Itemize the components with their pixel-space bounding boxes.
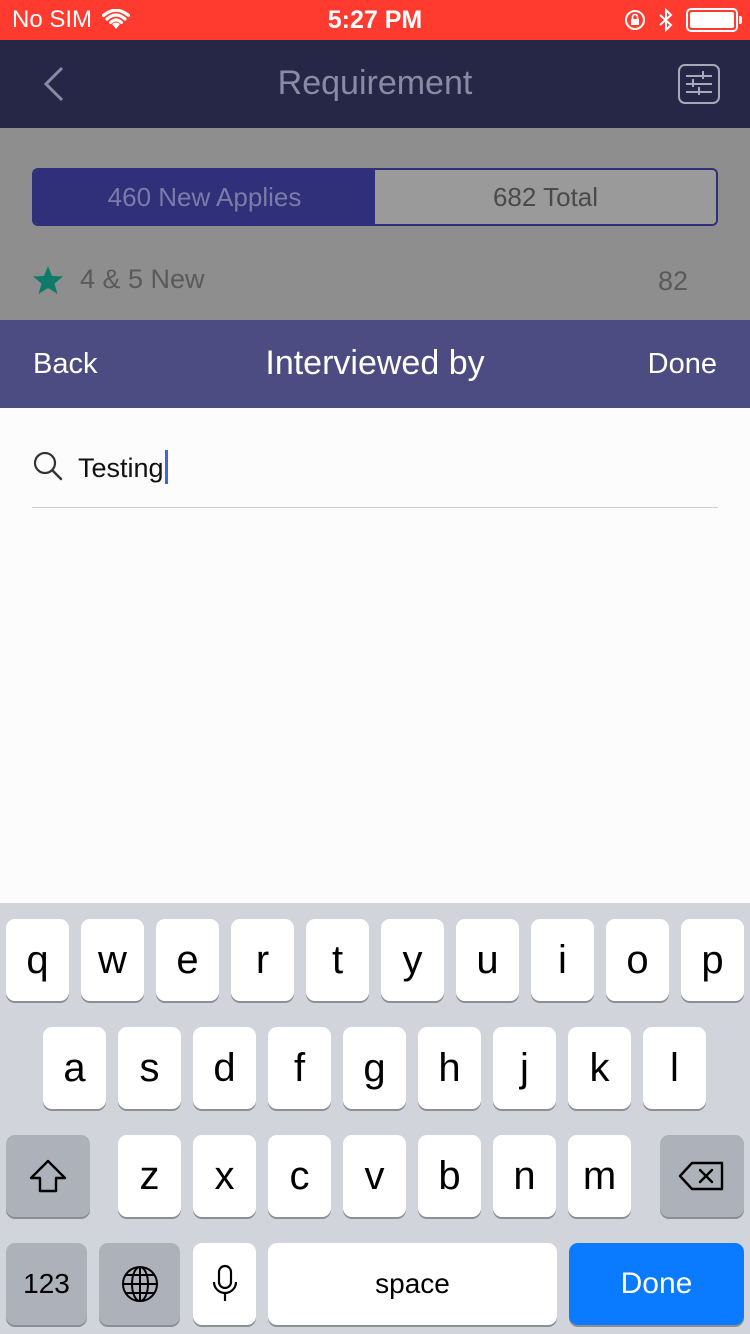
shift-arrow-icon [29,1159,67,1193]
microphone-icon [212,1264,237,1301]
keyboard-done-key[interactable]: Done [569,1243,744,1325]
status-right [624,8,742,32]
key-v[interactable]: v [343,1135,406,1217]
segment-total[interactable]: 682 Total [375,170,716,224]
key-d[interactable]: d [193,1027,256,1109]
modal-body [0,408,750,903]
key-f[interactable]: f [268,1027,331,1109]
key-u[interactable]: u [456,919,519,1001]
segment-new-applies[interactable]: 460 New Applies [34,170,375,224]
background-content: 460 New Applies 682 Total 4 & 5 New 82 [0,128,750,320]
segmented-control: 460 New Applies 682 Total [32,168,718,226]
filter-icon[interactable] [678,64,720,104]
key-x[interactable]: x [193,1135,256,1217]
orientation-lock-icon [625,10,645,30]
keyboard: q w e r t y u i o p a s d f g h j k l z … [0,903,750,1334]
key-b[interactable]: b [418,1135,481,1217]
key-w[interactable]: w [81,919,144,1001]
key-e[interactable]: e [156,919,219,1001]
search-input[interactable] [78,448,678,488]
space-key[interactable]: space [268,1243,557,1325]
key-c[interactable]: c [268,1135,331,1217]
shift-key[interactable] [6,1135,90,1217]
key-q[interactable]: q [6,919,69,1001]
key-p[interactable]: p [681,919,744,1001]
key-m[interactable]: m [568,1135,631,1217]
nav-bar: Requirement [0,40,750,128]
key-r[interactable]: r [231,919,294,1001]
battery-icon [686,8,742,32]
key-a[interactable]: a [43,1027,106,1109]
numbers-key[interactable]: 123 [6,1243,87,1325]
key-k[interactable]: k [568,1027,631,1109]
rating-count: 82 [657,266,688,296]
key-i[interactable]: i [531,919,594,1001]
rating-filter-row[interactable]: 4 & 5 New 82 [32,260,692,300]
key-h[interactable]: h [418,1027,481,1109]
delete-key[interactable] [660,1135,744,1217]
rating-label: 4 & 5 New [80,264,205,294]
status-bar: No SIM 5:27 PM [0,0,750,40]
search-icon [33,451,63,481]
key-s[interactable]: s [118,1027,181,1109]
key-o[interactable]: o [606,919,669,1001]
done-button[interactable]: Done [648,348,717,381]
backspace-icon [678,1161,724,1191]
text-caret [165,450,168,484]
key-y[interactable]: y [381,919,444,1001]
key-j[interactable]: j [493,1027,556,1109]
key-g[interactable]: g [343,1027,406,1109]
key-t[interactable]: t [306,919,369,1001]
bluetooth-icon [659,8,673,32]
key-l[interactable]: l [643,1027,706,1109]
globe-icon [121,1266,158,1302]
modal-title: Interviewed by [265,344,485,382]
star-icon [33,266,63,294]
key-n[interactable]: n [493,1135,556,1217]
search-bar [32,448,718,508]
modal-header: Back Interviewed by Done [0,320,750,408]
key-z[interactable]: z [118,1135,181,1217]
page-title: Requirement [277,64,473,102]
globe-key[interactable] [99,1243,180,1325]
dictation-key[interactable] [193,1243,256,1325]
